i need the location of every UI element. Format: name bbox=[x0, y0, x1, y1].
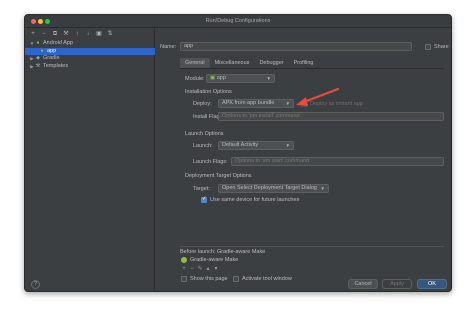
launch-flags-input[interactable]: Options to 'am start' command bbox=[231, 157, 444, 166]
tab-debugger[interactable]: Debugger bbox=[254, 58, 288, 68]
same-device-label: Use same device for future launches bbox=[210, 197, 300, 203]
add-task-icon[interactable]: + bbox=[181, 266, 187, 273]
name-field[interactable]: app bbox=[180, 42, 412, 51]
target-label: Target: bbox=[193, 186, 210, 192]
configurations-tree: ▼ ● Android App ● app ▶ ◆ Gradle ▶ ⚒ Tem… bbox=[25, 40, 155, 70]
show-page-label: Show this page bbox=[190, 276, 228, 282]
android-icon: ● bbox=[40, 47, 44, 54]
tab-profiling[interactable]: Profiling bbox=[289, 58, 319, 68]
activate-window-label: Activate tool window bbox=[242, 276, 292, 282]
add-icon[interactable]: + bbox=[30, 30, 36, 38]
cancel-button[interactable]: Cancel bbox=[348, 279, 378, 289]
apply-button[interactable]: Apply bbox=[382, 279, 412, 289]
config-tabs: General Miscellaneous Debugger Profiling bbox=[180, 58, 318, 68]
copy-icon[interactable]: ⧉ bbox=[52, 30, 58, 38]
chevron-down-icon: ▼ bbox=[285, 143, 290, 148]
wrench-icon: ⚒ bbox=[35, 62, 41, 69]
edit-task-icon[interactable]: ✎ bbox=[197, 266, 203, 273]
arrow-down-icon[interactable]: ↓ bbox=[85, 30, 91, 38]
tree-item-android-app[interactable]: ▼ ● Android App bbox=[25, 40, 155, 48]
tree-item-gradle[interactable]: ▶ ◆ Gradle bbox=[25, 55, 155, 63]
tree-item-templates[interactable]: ▶ ⚒ Templates bbox=[25, 63, 155, 71]
tree-item-label: app bbox=[47, 47, 57, 54]
sort-icon[interactable]: ⇅ bbox=[107, 30, 113, 38]
configuration-editor: Name: app Share General Miscellaneous De… bbox=[156, 28, 451, 291]
maximize-window-button[interactable] bbox=[45, 19, 50, 24]
annotation-arrow-icon bbox=[296, 87, 340, 106]
folder-icon[interactable]: ▣ bbox=[96, 30, 102, 38]
close-window-button[interactable] bbox=[31, 19, 36, 24]
minimize-window-button[interactable] bbox=[38, 19, 43, 24]
launch-select[interactable]: Default Activity ▼ bbox=[218, 141, 294, 150]
chevron-down-icon: ▼ bbox=[285, 101, 290, 106]
remove-task-icon[interactable]: − bbox=[189, 266, 195, 273]
install-flags-input[interactable]: Options to 'pm install' command bbox=[218, 112, 444, 121]
tab-miscellaneous[interactable]: Miscellaneous bbox=[210, 58, 255, 68]
module-label: Module: bbox=[185, 76, 205, 82]
window-title: Run/Debug Configurations bbox=[205, 18, 271, 24]
gradle-make-item[interactable]: Gradle-aware Make bbox=[190, 257, 238, 263]
before-launch-header: Before launch: Gradle-aware Make bbox=[180, 249, 266, 255]
move-up-icon[interactable]: ▴ bbox=[205, 266, 211, 273]
configurations-panel: + − ⧉ ⚒ ↑ ↓ ▣ ⇅ ▼ ● Android App ● app ▶ … bbox=[25, 28, 155, 291]
arrow-up-icon[interactable]: ↑ bbox=[74, 30, 80, 38]
android-icon: ● bbox=[36, 40, 40, 46]
ok-button[interactable]: OK bbox=[417, 279, 447, 289]
gradle-make-icon bbox=[181, 257, 187, 263]
share-checkbox[interactable] bbox=[425, 44, 431, 50]
configurations-toolbar: + − ⧉ ⚒ ↑ ↓ ▣ ⇅ bbox=[25, 28, 154, 39]
deploy-label: Deploy: bbox=[193, 101, 212, 107]
name-label: Name: bbox=[160, 44, 177, 50]
launch-label: Launch: bbox=[193, 143, 213, 149]
target-select[interactable]: Open Select Deployment Target Dialog ▼ bbox=[218, 184, 329, 193]
chevron-down-icon: ▼ bbox=[320, 186, 325, 191]
tree-item-app[interactable]: ● app bbox=[25, 47, 155, 55]
launch-options-header: Launch Options bbox=[185, 131, 224, 137]
run-debug-dialog: Run/Debug Configurations + − ⧉ ⚒ ↑ ↓ ▣ ⇅… bbox=[24, 14, 452, 292]
target-value: Open Select Deployment Target Dialog bbox=[222, 185, 317, 191]
tab-general[interactable]: General bbox=[180, 58, 210, 68]
deploy-value: APK from app bundle bbox=[222, 100, 275, 106]
chevron-down-icon: ▼ bbox=[266, 76, 271, 81]
help-button[interactable]: ? bbox=[31, 280, 40, 289]
gradle-icon: ◆ bbox=[36, 55, 40, 61]
same-device-checkbox[interactable] bbox=[201, 196, 207, 203]
deployment-target-header: Deployment Target Options bbox=[185, 173, 252, 179]
tree-item-label: Templates bbox=[43, 62, 69, 69]
remove-icon[interactable]: − bbox=[41, 30, 47, 38]
android-icon: ▣ bbox=[210, 75, 217, 81]
title-bar: Run/Debug Configurations bbox=[25, 15, 451, 28]
tree-item-label: Android App bbox=[43, 40, 73, 46]
tab-divider bbox=[180, 68, 444, 69]
tree-item-label: Gradle bbox=[43, 55, 60, 61]
before-launch-divider bbox=[180, 246, 444, 247]
move-down-icon[interactable]: ▾ bbox=[213, 266, 219, 273]
installation-options-header: Installation Options bbox=[185, 89, 232, 95]
wrench-icon[interactable]: ⚒ bbox=[63, 30, 69, 38]
deploy-select[interactable]: APK from app bundle ▼ bbox=[218, 99, 294, 108]
module-select[interactable]: ▣ app ▼ bbox=[206, 74, 275, 83]
launch-value: Default Activity bbox=[222, 142, 259, 148]
module-value: app bbox=[216, 75, 226, 81]
launch-flags-label: Launch Flags: bbox=[193, 159, 228, 165]
share-label: Share bbox=[434, 44, 449, 50]
activate-window-checkbox[interactable] bbox=[233, 276, 239, 282]
show-page-checkbox[interactable] bbox=[181, 276, 187, 282]
